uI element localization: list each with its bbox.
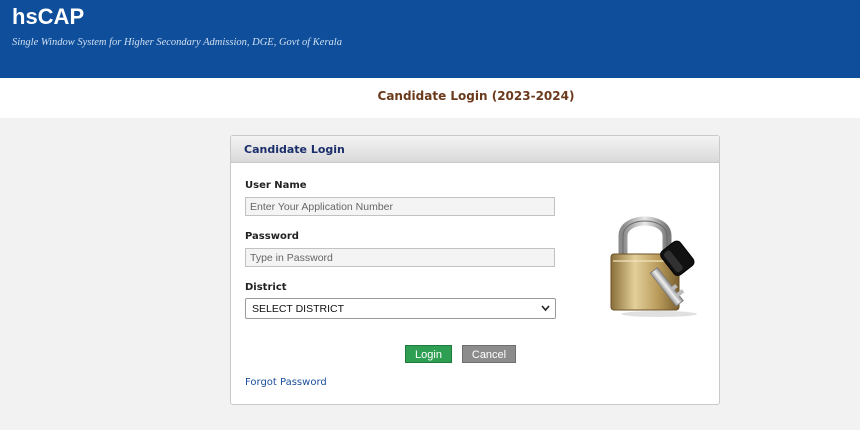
forgot-password-link[interactable]: Forgot Password [245, 377, 327, 388]
login-card-header: Candidate Login [231, 136, 719, 163]
login-card: Candidate Login User Name Password Distr… [230, 135, 720, 405]
site-tagline: Single Window System for Higher Secondar… [12, 37, 342, 48]
padlock-with-key-icon [610, 216, 697, 317]
district-select[interactable]: SELECT DISTRICT [245, 298, 556, 319]
password-label: Password [245, 231, 299, 242]
chevron-down-icon [541, 301, 550, 318]
password-input[interactable] [245, 248, 555, 267]
site-logo[interactable]: hsCAP [12, 4, 84, 30]
username-input[interactable] [245, 197, 555, 216]
site-header: hsCAP Single Window System for Higher Se… [0, 0, 860, 78]
page-title: Candidate Login (2023-2024) [377, 89, 575, 103]
username-label: User Name [245, 180, 307, 191]
district-select-value: SELECT DISTRICT [252, 303, 344, 315]
district-label: District [245, 282, 287, 293]
cancel-button[interactable]: Cancel [462, 345, 516, 363]
login-card-title: Candidate Login [244, 143, 345, 156]
login-button[interactable]: Login [405, 345, 452, 363]
